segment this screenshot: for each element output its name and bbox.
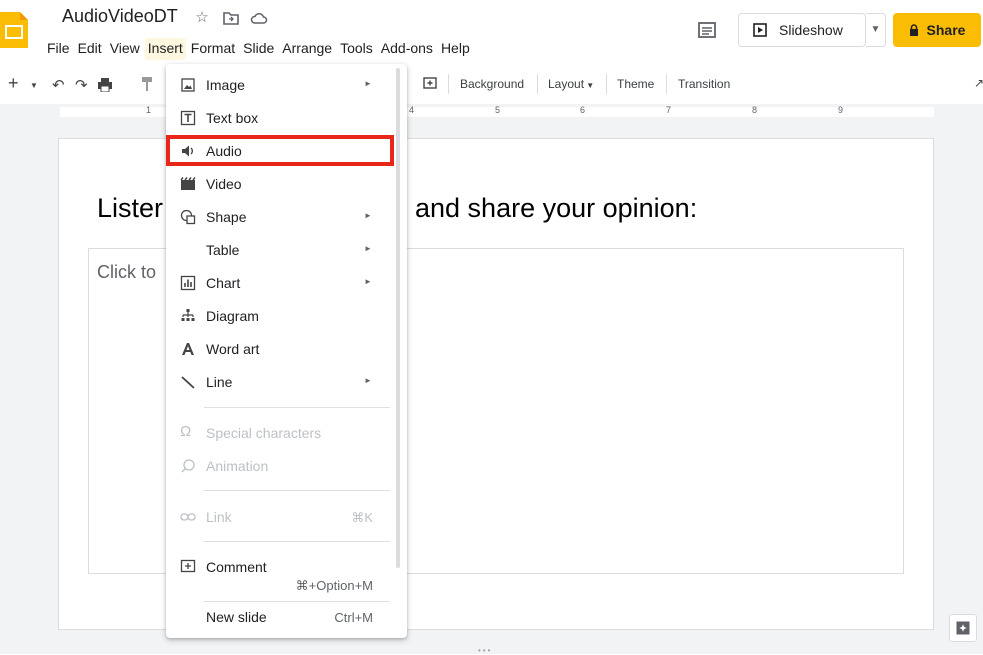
background-button[interactable]: Background <box>460 77 524 91</box>
menu-item-chart[interactable]: Chart ► <box>166 270 407 296</box>
paint-format-icon[interactable] <box>142 77 152 91</box>
share-button[interactable]: Share <box>893 13 981 47</box>
line-icon <box>181 376 195 389</box>
menu-help[interactable]: Help <box>438 38 473 60</box>
menu-arrange[interactable]: Arrange <box>279 38 335 60</box>
ruler-number: 6 <box>580 105 586 115</box>
slides-logo-icon[interactable] <box>0 12 28 48</box>
slide-title-text[interactable]: Lister <box>97 193 163 224</box>
ruler-number: 7 <box>666 105 672 115</box>
slideshow-dropdown-button[interactable]: ▼ <box>866 13 886 47</box>
menu-divider <box>204 601 390 602</box>
slideshow-label: Slideshow <box>779 22 843 38</box>
menu-item-video[interactable]: Video <box>166 171 407 197</box>
explore-icon[interactable] <box>949 614 977 642</box>
menu-format[interactable]: Format <box>188 38 238 60</box>
menu-item-comment[interactable]: Comment ⌘+Option+M <box>166 554 407 593</box>
menu-tools[interactable]: Tools <box>337 38 376 60</box>
theme-button[interactable]: Theme <box>617 77 654 91</box>
body-placeholder-text[interactable]: Click to <box>97 262 156 283</box>
toolbar-separator <box>448 74 449 94</box>
undo-icon[interactable]: ↶ <box>52 76 65 94</box>
shape-icon <box>180 209 196 225</box>
menu-item-table[interactable]: Table ► <box>166 237 407 263</box>
submenu-arrow-icon: ► <box>364 244 372 253</box>
layout-button[interactable]: Layout ▼ <box>548 77 594 91</box>
menu-insert[interactable]: Insert <box>144 38 186 60</box>
menu-item-image[interactable]: Image ► <box>166 72 407 98</box>
redo-icon[interactable]: ↷ <box>75 76 88 94</box>
share-label: Share <box>926 22 966 38</box>
menu-item-special-characters: Ω Special characters <box>180 423 322 441</box>
toolbar-separator <box>666 74 667 94</box>
toolbar-separator <box>606 74 607 94</box>
menu-view[interactable]: View <box>107 38 143 60</box>
animation-icon <box>181 459 195 473</box>
slide-title-text-continued[interactable]: and share your opinion: <box>415 193 697 224</box>
menu-item-diagram[interactable]: Diagram <box>166 303 407 329</box>
submenu-arrow-icon: ► <box>364 211 372 220</box>
toolbar-separator <box>537 74 538 94</box>
ruler-number: 5 <box>495 105 501 115</box>
menu-item-animation: Animation <box>166 453 407 479</box>
diagram-icon <box>181 309 195 321</box>
transition-button[interactable]: Transition <box>678 77 730 91</box>
audio-highlight-box <box>166 135 394 166</box>
comments-icon[interactable] <box>696 20 718 42</box>
ruler-number: 9 <box>838 105 844 115</box>
text-box-icon <box>180 110 196 126</box>
comment-icon <box>180 559 196 573</box>
link-shortcut: ⌘K <box>351 510 373 525</box>
star-icon[interactable]: ☆ <box>193 9 211 27</box>
menu-addons[interactable]: Add-ons <box>378 38 436 60</box>
ruler-number: 4 <box>409 105 415 115</box>
present-icon <box>753 23 767 37</box>
menu-item-link: Link ⌘K <box>166 504 407 530</box>
submenu-arrow-icon: ► <box>364 79 372 88</box>
print-icon[interactable] <box>97 78 113 92</box>
menu-slide[interactable]: Slide <box>240 38 277 60</box>
comment-shortcut: ⌘+Option+M <box>295 578 373 593</box>
menu-divider <box>204 490 390 491</box>
link-icon <box>180 513 196 521</box>
menu-item-word-art[interactable]: Word art <box>166 336 407 362</box>
omega-icon: Ω <box>180 423 192 440</box>
word-art-icon <box>182 343 194 355</box>
menu-bar: File Edit View Insert Format Slide Arran… <box>44 38 475 60</box>
menu-item-line[interactable]: Line ► <box>166 369 407 395</box>
video-icon <box>180 177 196 190</box>
document-title[interactable]: AudioVideoDT <box>62 6 178 27</box>
new-slide-shortcut: Ctrl+M <box>334 610 373 625</box>
new-slide-icon[interactable]: + <box>8 73 19 94</box>
menu-scrollbar[interactable] <box>396 68 400 568</box>
new-slide-dropdown-icon[interactable]: ▼ <box>30 81 38 90</box>
lock-icon <box>909 24 918 36</box>
menu-divider <box>204 407 390 408</box>
slideshow-button[interactable]: Slideshow <box>738 13 866 47</box>
menu-divider <box>204 541 390 542</box>
menu-edit[interactable]: Edit <box>75 38 105 60</box>
ruler-number: 1 <box>146 105 152 115</box>
move-folder-icon[interactable] <box>222 9 240 27</box>
cloud-status-icon[interactable] <box>250 9 268 27</box>
menu-item-shape[interactable]: Shape ► <box>166 204 407 230</box>
chart-icon <box>180 275 196 291</box>
collapse-toolbar-icon[interactable]: ↗ <box>974 76 983 90</box>
menu-file[interactable]: File <box>44 38 73 60</box>
menu-item-new-slide[interactable]: New slide Ctrl+M <box>166 604 407 630</box>
menu-item-text-box[interactable]: Text box <box>166 105 407 131</box>
submenu-arrow-icon: ► <box>364 376 372 385</box>
image-icon <box>181 78 195 92</box>
ruler-number: 8 <box>752 105 758 115</box>
add-comment-icon[interactable] <box>423 77 437 91</box>
submenu-arrow-icon: ► <box>364 277 372 286</box>
